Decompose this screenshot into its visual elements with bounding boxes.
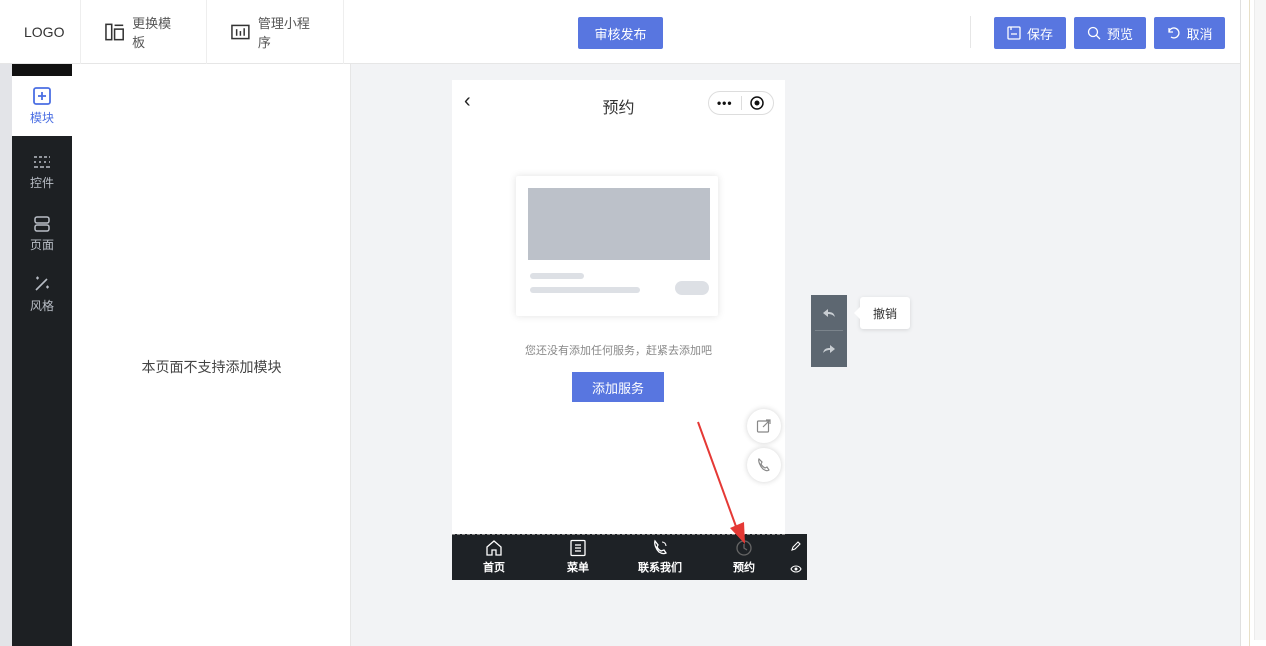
service-placeholder-card	[516, 176, 718, 316]
share-icon[interactable]	[747, 409, 781, 443]
left-edge-strip	[0, 64, 12, 646]
top-toolbar: LOGO 更换模板 管理小程序 审核发布 保存 预览 取消	[0, 0, 1240, 64]
sidebar-item-style[interactable]: 风格	[12, 264, 72, 324]
eye-icon[interactable]	[789, 562, 803, 576]
sidebar-header	[12, 64, 72, 76]
tab-bar: 首页 菜单 联系我们 预约	[452, 534, 785, 580]
publish-button[interactable]: 审核发布	[578, 17, 663, 49]
add-service-button[interactable]: 添加服务	[572, 372, 664, 402]
divider	[1240, 0, 1241, 646]
magic-wand-icon	[35, 276, 49, 291]
phone-preview: ‹ 预约 ••• 您还没有添加任何服务，赶紧去添加吧 添加服务	[452, 80, 785, 580]
logo: LOGO	[24, 24, 65, 40]
sliders-icon	[34, 155, 50, 168]
tab-booking[interactable]: 预约	[709, 539, 779, 575]
cancel-button[interactable]: 取消	[1154, 17, 1225, 49]
undo-tooltip: 撤销	[854, 297, 910, 329]
search-icon	[1087, 26, 1101, 40]
template-icon	[105, 23, 124, 41]
placeholder-pill	[675, 281, 709, 295]
home-icon	[486, 540, 502, 556]
right-edge	[1240, 0, 1266, 646]
undo-icon[interactable]	[811, 295, 847, 331]
page-stack-icon	[34, 215, 50, 232]
tab-contact[interactable]: 联系我们	[625, 539, 695, 575]
phone-icon	[654, 539, 667, 555]
clock-icon	[736, 540, 752, 556]
save-button[interactable]: 保存	[994, 17, 1066, 49]
undo-redo-panel	[811, 295, 847, 367]
divider	[1249, 0, 1250, 646]
close-target-icon[interactable]	[741, 96, 773, 110]
plus-square-icon	[33, 86, 51, 105]
bar-chart-icon	[231, 24, 250, 40]
placeholder-line	[530, 273, 584, 279]
menu-doc-icon	[570, 539, 586, 557]
placeholder-image	[528, 188, 710, 260]
sidebar-item-modules[interactable]: 模块	[12, 76, 72, 136]
preview-button[interactable]: 预览	[1074, 17, 1146, 49]
more-dots-icon[interactable]: •••	[709, 96, 741, 110]
sidebar: 模块 控件 页面 风格	[12, 64, 72, 646]
undo-arrow-icon	[1168, 27, 1181, 39]
placeholder-line	[530, 287, 640, 293]
tab-bar-tools	[785, 534, 807, 580]
panel-message: 本页面不支持添加模块	[141, 359, 282, 375]
edit-pencil-icon[interactable]	[789, 539, 803, 553]
sidebar-item-controls[interactable]: 控件	[12, 142, 72, 202]
divider	[970, 16, 971, 48]
tab-menu[interactable]: 菜单	[543, 539, 613, 575]
empty-message: 您还没有添加任何服务，赶紧去添加吧	[525, 345, 712, 357]
change-template-button[interactable]: 更换模板	[80, 0, 206, 64]
manage-miniprogram-button[interactable]: 管理小程序	[206, 0, 344, 64]
miniprogram-capsule[interactable]: •••	[708, 91, 774, 115]
scrollbar[interactable]	[1254, 0, 1266, 640]
save-icon	[1007, 26, 1021, 40]
phone-call-icon[interactable]	[747, 448, 781, 482]
tab-home[interactable]: 首页	[459, 539, 529, 575]
module-panel: 本页面不支持添加模块	[72, 64, 351, 646]
sidebar-item-pages[interactable]: 页面	[12, 204, 72, 264]
redo-icon[interactable]	[811, 331, 847, 367]
